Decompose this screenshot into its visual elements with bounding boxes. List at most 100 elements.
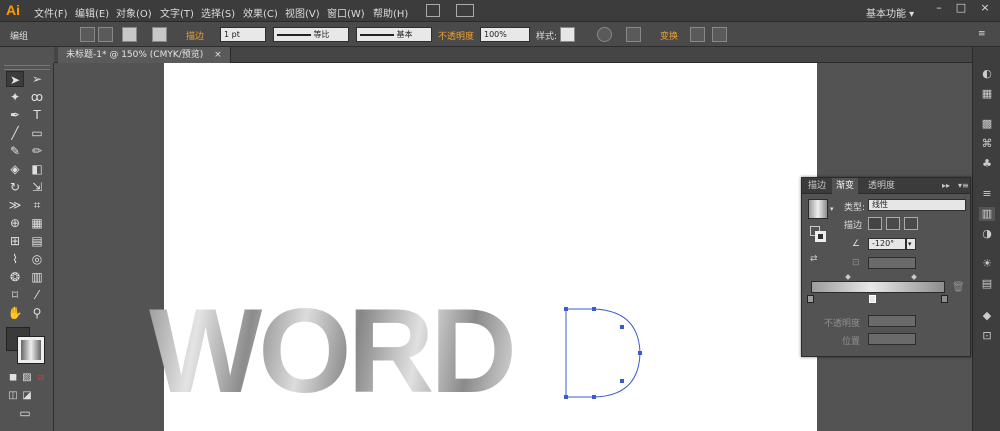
color-guide-icon[interactable]: ▦: [979, 87, 995, 101]
transform-options-icon[interactable]: [690, 27, 705, 42]
isolate-group-icon[interactable]: [80, 27, 95, 42]
swatch-dropdown-icon[interactable]: ▾: [830, 205, 834, 213]
menu-object[interactable]: 对象(O): [116, 5, 152, 20]
rotate-tool-icon[interactable]: ↻: [6, 179, 24, 195]
menu-view[interactable]: 视图(V): [285, 5, 320, 20]
stroke-box[interactable]: [17, 336, 45, 364]
midpoint-diamond-1[interactable]: [845, 274, 851, 280]
opacity-input[interactable]: 100%: [480, 27, 530, 42]
menu-file[interactable]: 文件(F): [34, 5, 68, 20]
opacity-label[interactable]: 不透明度: [438, 29, 474, 42]
workspace-switcher[interactable]: 基本功能 ▾: [866, 5, 914, 20]
menu-window[interactable]: 窗口(W): [327, 5, 365, 20]
scale-tool-icon[interactable]: ⇲: [28, 179, 46, 195]
align-icon[interactable]: [626, 27, 641, 42]
midpoint-diamond-2[interactable]: [911, 274, 917, 280]
brush-definition-dropdown[interactable]: 基本: [356, 27, 432, 42]
gradient-stop-right[interactable]: [941, 295, 948, 303]
appearance-panel-icon[interactable]: ☀: [979, 257, 995, 271]
line-tool-icon[interactable]: ╱: [6, 125, 24, 141]
close-tab-icon[interactable]: ×: [214, 50, 222, 60]
stroke-panel-icon[interactable]: ≡: [979, 187, 995, 201]
eyedropper-tool-icon[interactable]: ⌇: [6, 251, 24, 267]
recolor-artwork-icon[interactable]: [597, 27, 612, 42]
screen-mode-icon[interactable]: ▭: [16, 405, 34, 421]
close-window-button[interactable]: ×: [974, 0, 996, 16]
angle-input[interactable]: -120°: [868, 238, 906, 250]
isolate-mode-icon[interactable]: [98, 27, 113, 42]
bridge-icon[interactable]: [426, 4, 440, 17]
gradient-stop-left[interactable]: [807, 295, 814, 303]
gradient-stop-middle[interactable]: [869, 295, 876, 303]
document-tab[interactable]: 未标题-1* @ 150% (CMYK/预览) ×: [58, 47, 231, 63]
menu-help[interactable]: 帮助(H): [373, 5, 408, 20]
graphic-style-swatch[interactable]: [560, 27, 575, 42]
pen-tool-icon[interactable]: ✒: [6, 107, 24, 123]
draw-behind-icon[interactable]: ◪: [18, 388, 36, 404]
hand-tool-icon[interactable]: ✋: [6, 305, 24, 321]
magic-wand-tool-icon[interactable]: ✦: [6, 89, 24, 105]
artboards-panel-icon[interactable]: ⊡: [979, 329, 995, 343]
column-graph-tool-icon[interactable]: ▥: [28, 269, 46, 285]
stroke-weight-input[interactable]: 1 pt: [220, 27, 266, 42]
blend-tool-icon[interactable]: ◎: [28, 251, 46, 267]
stroke-within-icon[interactable]: [868, 217, 882, 230]
transform-label[interactable]: 变换: [660, 29, 678, 42]
reverse-gradient-icon[interactable]: ⇄: [810, 254, 822, 264]
brushes-panel-icon[interactable]: ⌘: [979, 137, 995, 151]
panel-menu-icon[interactable]: ▾≡: [954, 178, 973, 194]
type-tool-icon[interactable]: T: [28, 107, 46, 123]
tab-transparency[interactable]: 透明度: [864, 178, 899, 194]
gradient-type-dropdown[interactable]: 线性: [868, 199, 966, 211]
graphic-styles-icon[interactable]: ▤: [979, 277, 995, 291]
panel-collapse-icon[interactable]: ▸▸: [938, 178, 954, 194]
selection-tool-icon[interactable]: ➤: [6, 71, 24, 87]
fill-stroke-widget[interactable]: [6, 327, 46, 364]
eraser-tool-icon[interactable]: ◧: [28, 161, 46, 177]
tab-stroke[interactable]: 描边: [804, 178, 830, 194]
stroke-swatch[interactable]: [152, 27, 167, 42]
layers-panel-icon[interactable]: ◆: [979, 309, 995, 323]
zoom-tool-icon[interactable]: ⚲: [28, 305, 46, 321]
variable-width-profile-dropdown[interactable]: 等比: [273, 27, 349, 42]
pencil-tool-icon[interactable]: ✏: [28, 143, 46, 159]
mesh-tool-icon[interactable]: ⊞: [6, 233, 24, 249]
stroke-label[interactable]: 描边: [186, 29, 204, 42]
perspective-grid-tool-icon[interactable]: ▦: [28, 215, 46, 231]
menu-effect[interactable]: 效果(C): [243, 5, 278, 20]
symbol-sprayer-tool-icon[interactable]: ❂: [6, 269, 24, 285]
tools-panel-grip[interactable]: [4, 65, 50, 70]
menu-edit[interactable]: 编辑(E): [75, 5, 109, 20]
maximize-button[interactable]: □: [950, 0, 972, 16]
stroke-across-icon[interactable]: [904, 217, 918, 230]
fill-stroke-toggle[interactable]: [810, 226, 826, 242]
gradient-slider[interactable]: [811, 281, 945, 293]
menu-select[interactable]: 选择(S): [201, 5, 235, 20]
lasso-tool-icon[interactable]: ꝏ: [28, 89, 46, 105]
paintbrush-tool-icon[interactable]: ✎: [6, 143, 24, 159]
shape-builder-tool-icon[interactable]: ⊕: [6, 215, 24, 231]
transparency-panel-icon[interactable]: ◑: [979, 227, 995, 241]
gradient-panel-icon[interactable]: ▥: [979, 207, 995, 221]
tab-gradient[interactable]: 渐变: [832, 178, 859, 194]
blob-brush-tool-icon[interactable]: ◈: [6, 161, 24, 177]
stroke-along-icon[interactable]: [886, 217, 900, 230]
direct-selection-tool-icon[interactable]: ➢: [28, 71, 46, 87]
rectangle-tool-icon[interactable]: ▭: [28, 125, 46, 141]
panel-collapse-icon[interactable]: ≡: [978, 29, 986, 39]
delete-stop-icon[interactable]: 🗑: [952, 282, 965, 293]
angle-dropdown-arrow[interactable]: ▾: [906, 238, 916, 250]
control-menu-icon[interactable]: [712, 27, 727, 42]
artboard-tool-icon[interactable]: ⌑: [6, 287, 24, 303]
minimize-button[interactable]: –: [928, 0, 950, 16]
swatches-panel-icon[interactable]: ▩: [979, 117, 995, 131]
arrange-documents-icon[interactable]: [456, 4, 474, 17]
slice-tool-icon[interactable]: ⁄: [28, 287, 46, 303]
fill-swatch[interactable]: [122, 27, 137, 42]
gradient-tool-icon[interactable]: ▤: [28, 233, 46, 249]
gradient-swatch[interactable]: [808, 199, 828, 219]
color-panel-icon[interactable]: ◐: [979, 67, 995, 81]
width-tool-icon[interactable]: ≫: [6, 197, 24, 213]
symbols-panel-icon[interactable]: ♣: [979, 157, 995, 171]
free-transform-tool-icon[interactable]: ⌗: [28, 197, 46, 213]
